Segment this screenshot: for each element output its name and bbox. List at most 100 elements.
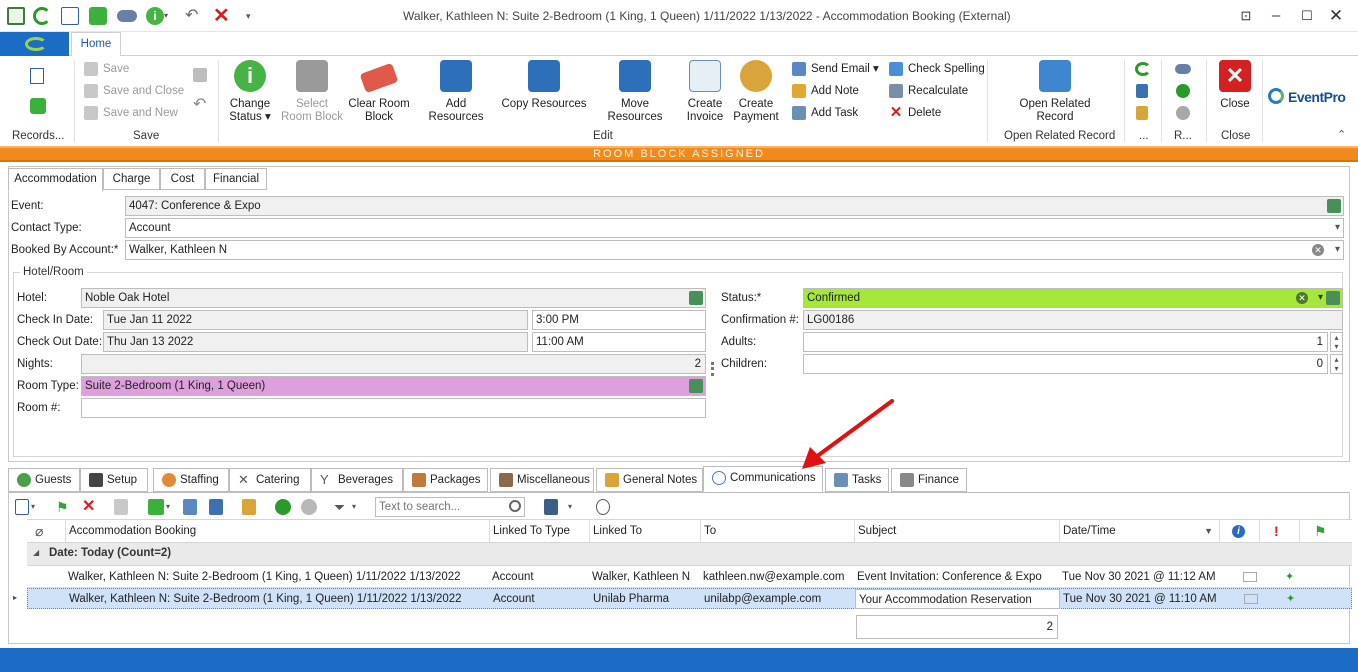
add-note-button[interactable]: Add Note (792, 81, 859, 101)
event-field[interactable]: 4047: Conference & Expo (125, 196, 1344, 216)
close-button[interactable]: ✕ Close (1215, 60, 1255, 111)
column-header-datetime[interactable]: Date/Time ▼ (1059, 520, 1219, 543)
column-header-to[interactable]: To (700, 520, 854, 543)
send-email-button[interactable]: Send Email ▾ (792, 59, 879, 79)
booked-by-select[interactable]: Walker, Kathleen N ✕ ▾ (125, 240, 1344, 260)
flag-icon[interactable]: ⚑ (56, 499, 74, 515)
chevron-down-icon[interactable]: ▾ (31, 499, 39, 515)
tab-packages[interactable]: Packages (403, 468, 488, 492)
check-out-date-field[interactable]: Thu Jan 13 2022 (103, 332, 528, 352)
clear-room-block-button[interactable]: Clear Room Block (348, 60, 410, 124)
check-in-time-field[interactable]: 3:00 PM (532, 310, 706, 330)
close-window-button[interactable]: ✕ (1326, 6, 1346, 26)
clipboard-icon[interactable] (242, 499, 256, 515)
new-record-icon[interactable] (61, 7, 79, 25)
tab-guests[interactable]: Guests (8, 468, 80, 492)
grid-search-field[interactable] (375, 497, 525, 517)
tab-staffing[interactable]: Staffing (153, 468, 229, 492)
save-button[interactable]: Save (84, 59, 129, 79)
open-record-icon[interactable] (1327, 199, 1341, 213)
navigate-icon[interactable] (209, 499, 223, 515)
tab-finance[interactable]: Finance (891, 468, 967, 492)
tab-charge[interactable]: Charge (103, 168, 160, 190)
column-header-linked-type[interactable]: Linked To Type (489, 520, 589, 543)
navigate-icon[interactable] (1136, 84, 1148, 98)
select-room-block-button[interactable]: Select Room Block (280, 60, 344, 124)
chevron-down-icon[interactable]: ▾ (1335, 219, 1340, 237)
hotel-field[interactable]: Noble Oak Hotel (81, 288, 706, 308)
column-header-flag[interactable]: ⚑ (1299, 520, 1352, 543)
maximize-button[interactable]: ☐ (1297, 6, 1317, 26)
adults-spinner[interactable]: ▴ ▾ (1330, 332, 1343, 352)
column-header-linked-to[interactable]: Linked To (589, 520, 700, 543)
save-all-icon[interactable] (193, 68, 207, 82)
collapse-group-icon[interactable]: ◢ (33, 548, 39, 557)
check-in-date-field[interactable]: Tue Jan 11 2022 (103, 310, 528, 330)
table-row[interactable]: Walker, Kathleen N: Suite 2-Bedroom (1 K… (27, 588, 1352, 609)
column-header-priority[interactable]: ! (1259, 520, 1299, 543)
add-resources-button[interactable]: Add Resources (417, 60, 495, 124)
children-spinner[interactable]: ▴ ▾ (1330, 354, 1343, 374)
room-type-field[interactable]: Suite 2-Bedroom (1 King, 1 Queen) (81, 376, 706, 396)
tab-beverages[interactable]: Y Beverages (311, 468, 403, 492)
refresh-icon[interactable] (1135, 62, 1151, 76)
status-select[interactable]: Confirmed ✕ ▾ (803, 288, 1343, 308)
chevron-down-icon[interactable]: ▾ (166, 499, 174, 515)
chevron-down-icon[interactable]: ▾ (1318, 289, 1323, 307)
recalculate-button[interactable]: Recalculate (889, 81, 968, 101)
save-layout-icon[interactable] (544, 499, 558, 515)
undo-icon[interactable]: ↶ (193, 94, 206, 114)
attachment-column-header[interactable]: ⌀ (27, 520, 65, 543)
chevron-down-icon[interactable]: ▾ (1335, 241, 1340, 259)
splitter-handle[interactable] (711, 362, 714, 376)
delete-icon[interactable]: ✕ (82, 499, 100, 515)
column-header-info[interactable]: i (1219, 520, 1259, 543)
clear-icon[interactable]: ✕ (1296, 292, 1308, 304)
find-icon[interactable] (596, 499, 610, 515)
move-icon[interactable] (183, 499, 197, 515)
copy-record-icon[interactable] (89, 7, 107, 25)
room-number-field[interactable] (81, 398, 706, 418)
tab-catering[interactable]: ✕ Catering (229, 468, 311, 492)
customize-toolbar-icon[interactable]: ▾ (246, 7, 264, 25)
delete-button[interactable]: ✕ Delete (889, 103, 942, 123)
tab-miscellaneous[interactable]: Miscellaneous (490, 468, 594, 492)
restore-ribbon-icon[interactable]: ⊡ (1236, 6, 1256, 26)
clear-icon[interactable]: ✕ (1312, 244, 1324, 256)
move-resources-button[interactable]: Move Resources (592, 60, 678, 124)
save-and-close-button[interactable]: Save and Close (84, 81, 184, 101)
tab-setup[interactable]: Setup (80, 468, 148, 492)
save-and-new-button[interactable]: Save and New (84, 103, 178, 123)
down-arrow-icon[interactable] (1176, 106, 1190, 120)
new-record-icon[interactable] (30, 68, 44, 84)
chevron-down-icon[interactable]: ▾ (352, 499, 360, 515)
open-record-icon[interactable] (689, 379, 703, 393)
contact-type-select[interactable]: Account ▾ (125, 218, 1344, 238)
copy-resources-button[interactable]: Copy Resources (501, 60, 587, 111)
undo-icon[interactable]: ↶ (185, 7, 203, 25)
change-status-button[interactable]: i Change Status ▾ (224, 60, 276, 124)
filter-icon[interactable]: ⏷ (334, 499, 352, 515)
tab-cost[interactable]: Cost (160, 168, 205, 190)
grid-search-input[interactable] (376, 498, 504, 516)
add-task-button[interactable]: Add Task (792, 103, 858, 123)
binoculars-icon[interactable] (1175, 64, 1191, 74)
clipboard-icon[interactable] (1136, 106, 1148, 120)
file-tab[interactable] (0, 32, 69, 56)
tab-general-notes[interactable]: General Notes (596, 468, 703, 492)
binoculars-icon[interactable] (117, 10, 137, 22)
open-record-icon[interactable] (1326, 291, 1340, 305)
copy-record-icon[interactable] (30, 98, 46, 114)
collapse-ribbon-icon[interactable]: ⌃ (1337, 128, 1346, 141)
tab-financial[interactable]: Financial (205, 168, 267, 190)
down-arrow-icon[interactable] (301, 499, 317, 515)
open-related-record-button[interactable]: Open Related Record (1012, 60, 1098, 124)
app-menu-icon[interactable] (7, 7, 25, 25)
print-icon[interactable] (114, 499, 128, 515)
check-out-time-field[interactable]: 11:00 AM (532, 332, 706, 352)
group-row[interactable]: ◢ Date: Today (Count=2) (27, 543, 1352, 566)
copy-icon[interactable] (148, 499, 164, 515)
search-icon[interactable] (509, 500, 521, 512)
minimize-button[interactable]: – (1266, 6, 1286, 26)
up-arrow-icon[interactable] (1176, 84, 1190, 98)
